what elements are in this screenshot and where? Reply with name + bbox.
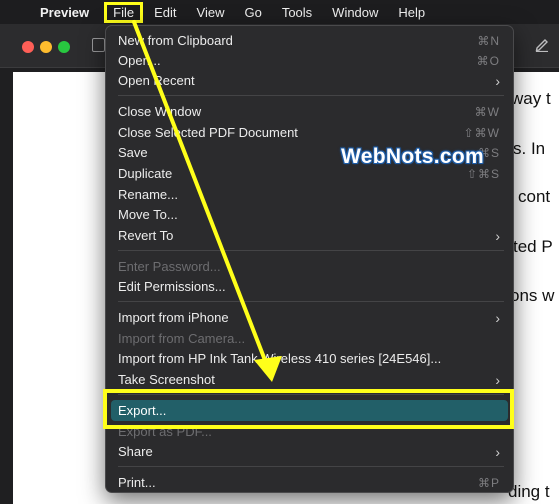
menu-tools[interactable]: Tools [272,5,322,20]
menu-separator [118,250,504,251]
menu-item-label: Duplicate [118,166,173,181]
minimize-window-button[interactable] [40,41,52,53]
app-name-menu[interactable]: Preview [40,5,89,20]
menu-item-print[interactable]: Print... ⌘P [111,472,508,493]
menu-item-share[interactable]: Share › [111,441,508,462]
menu-item-new-from-clipboard[interactable]: New from Clipboard ⌘N [111,30,508,51]
menu-item-label: Take Screenshot [118,372,215,387]
menu-item-open[interactable]: Open... ⌘O [111,50,508,71]
chevron-right-icon: › [495,443,500,460]
document-text-line: ted P [513,237,553,256]
menu-item-import-from-scanner[interactable]: Import from HP Ink Tank Wireless 410 ser… [111,348,508,369]
menu-item-label: Open Recent [118,73,195,88]
menu-item-move-to[interactable]: Move To... [111,204,508,225]
markup-pen-icon[interactable] [534,36,550,52]
menu-view[interactable]: View [187,5,235,20]
document-text-line: ding t [508,482,550,501]
menu-item-label: Close Selected PDF Document [118,125,298,140]
menu-item-enter-password: Enter Password... [111,256,508,277]
menu-bar: Preview File Edit View Go Tools Window H… [0,0,559,24]
document-text-line: s. In [513,139,546,158]
menu-item-import-from-camera: Import from Camera... [111,328,508,349]
menu-item-close-window[interactable]: Close Window ⌘W [111,101,508,122]
menu-item-label: Export... [118,403,167,418]
menu-item-take-screenshot[interactable]: Take Screenshot › [111,369,508,390]
menu-separator [118,95,504,96]
menu-item-label: Import from HP Ink Tank Wireless 410 ser… [118,351,442,366]
menu-item-revert-to[interactable]: Revert To › [111,225,508,246]
menu-item-label: Print... [118,475,156,490]
menu-help[interactable]: Help [388,5,435,20]
menu-item-label: Import from iPhone [118,310,229,325]
menu-item-label: Share [118,444,153,459]
zoom-window-button[interactable] [58,41,70,53]
menu-item-label: Export as PDF... [118,424,212,439]
menu-item-label: Import from Camera... [118,331,246,346]
menu-item-rename[interactable]: Rename... [111,184,508,205]
close-window-button[interactable] [22,41,34,53]
menu-separator [118,466,504,467]
menu-file[interactable]: File [104,1,144,23]
chevron-right-icon: › [495,309,500,326]
document-text-line: way t [511,89,551,108]
menu-item-export[interactable]: Export... [111,400,508,421]
shortcut-label: ⌘O [476,53,500,68]
menu-window[interactable]: Window [322,5,388,20]
menu-item-label: New from Clipboard [118,33,233,48]
shortcut-label: ⌘P [477,475,500,490]
shortcut-label: ⌘W [474,104,500,119]
menu-item-label: Open... [118,53,161,68]
menu-separator [118,394,504,395]
document-text-line: cont [518,187,551,206]
menu-item-label: Rename... [118,187,178,202]
chevron-right-icon: › [495,227,500,244]
chevron-right-icon: › [495,371,500,388]
menu-item-label: Save [118,145,148,160]
menu-separator [118,301,504,302]
file-menu-dropdown: New from Clipboard ⌘N Open... ⌘O Open Re… [105,25,514,493]
menu-item-import-from-iphone[interactable]: Import from iPhone › [111,307,508,328]
menu-item-label: Close Window [118,104,202,119]
document-text-line: ons w [510,286,555,305]
menu-item-label: Enter Password... [118,259,221,274]
menu-item-export-as-pdf[interactable]: Export as PDF... [111,421,508,442]
menu-go[interactable]: Go [234,5,271,20]
shortcut-label: ⌘N [477,33,500,48]
menu-item-open-recent[interactable]: Open Recent › [111,70,508,91]
sidebar-toggle-icon[interactable] [92,38,105,52]
menu-item-edit-permissions[interactable]: Edit Permissions... [111,276,508,297]
menu-item-label: Edit Permissions... [118,279,226,294]
menu-item-close-selected-pdf[interactable]: Close Selected PDF Document ⇧⌘W [111,122,508,143]
watermark-logo: WebNots.com [341,145,484,168]
chevron-right-icon: › [495,72,500,89]
menu-item-label: Revert To [118,228,174,243]
menu-item-label: Move To... [118,207,178,222]
menu-edit[interactable]: Edit [144,5,186,20]
shortcut-label: ⇧⌘W [463,125,500,140]
